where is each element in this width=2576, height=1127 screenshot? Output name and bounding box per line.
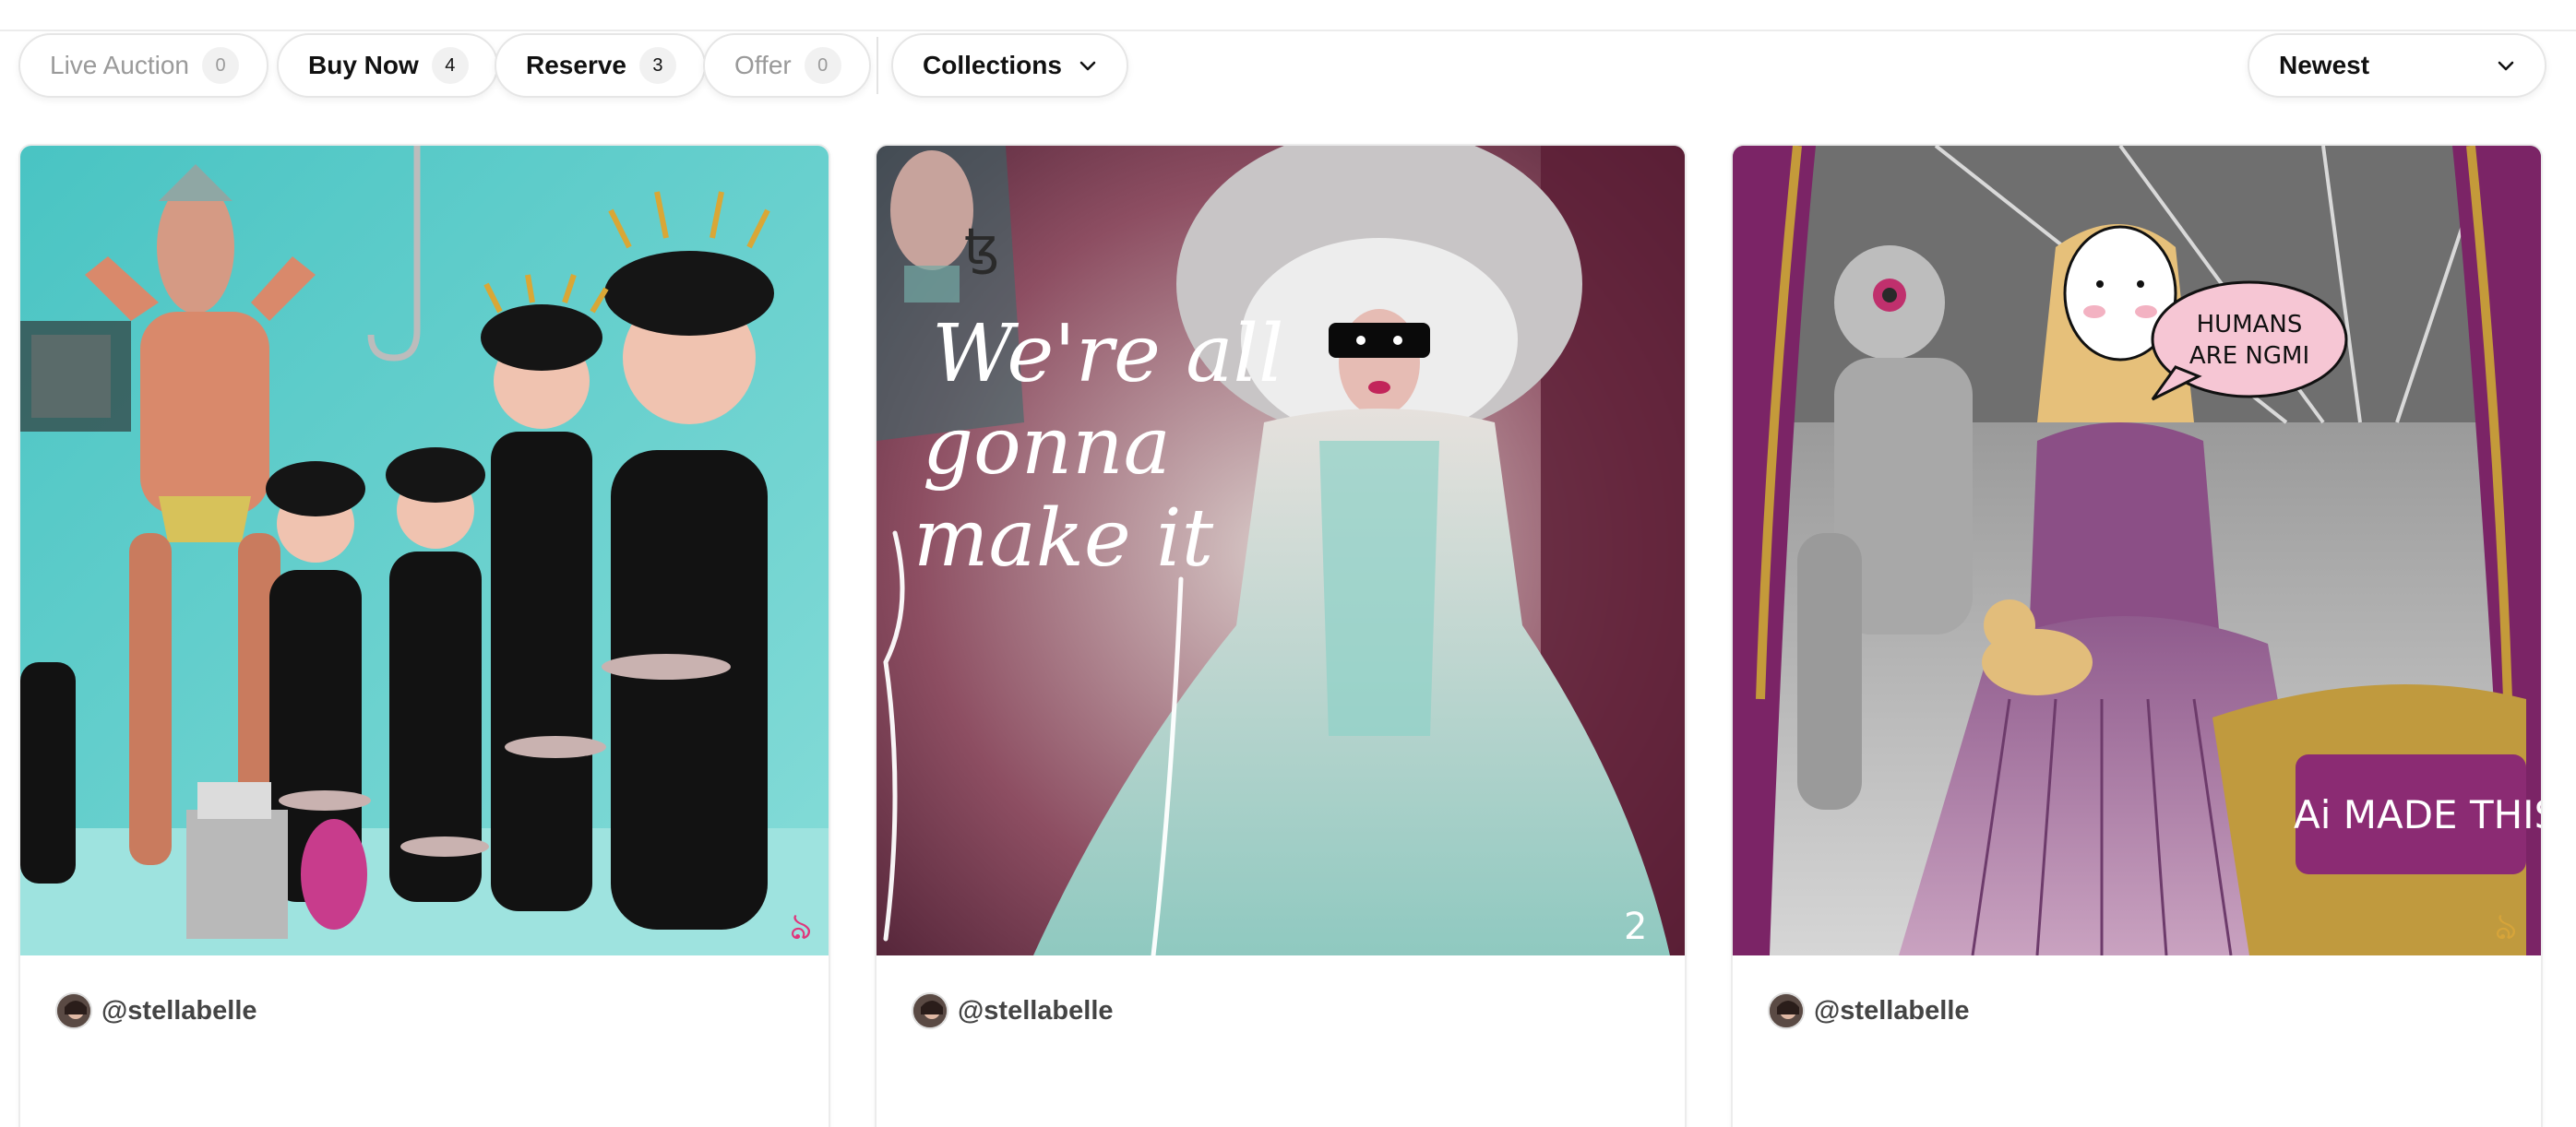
filter-reserve-count: 3 [638,47,676,84]
filter-live-auction-label: Live Auction [50,51,189,79]
creator-link[interactable]: @stellabelle [55,991,257,1031]
filter-buy-now-count: 4 [431,47,469,84]
avatar [1768,992,1805,1029]
filter-toolbar: Live Auction 0 Buy Now 4 Reserve 3 Offer… [18,33,2546,100]
filter-offer-button[interactable]: Offer 0 [703,33,871,98]
chevron-down-icon [2495,54,2517,77]
filter-offer-count: 0 [804,47,841,84]
signature-mark: 2 [1624,906,1647,948]
creator-link[interactable]: @stellabelle [1768,991,1970,1031]
artwork-image-fish-geishas[interactable]: ঌ [20,146,829,955]
creator-handle: @stellabelle [101,995,257,1026]
filter-reserve-button[interactable]: Reserve 3 [495,33,706,98]
sort-label: Newest [2279,51,2370,79]
signature-mark: ঌ [790,906,812,948]
art-handwriting-line-2: gonna [923,400,1171,492]
sort-dropdown[interactable]: Newest [2248,33,2546,98]
art-handwriting-line-3: make it [913,492,1214,585]
artwork-card[interactable]: We're all gonna make it ꜩ 2 @stellabelle [875,144,1687,1127]
artwork-card[interactable]: ঌ @stellabelle [18,144,830,1127]
tezos-mark: ꜩ [964,218,999,276]
artwork-card[interactable]: HUMANS ARE NGMI Ai MADE THIS ঌ @stellabe… [1731,144,2543,1127]
creator-handle: @stellabelle [1814,995,1970,1026]
filter-buy-now-label: Buy Now [308,51,419,79]
artwork-image-ai-robots[interactable]: HUMANS ARE NGMI Ai MADE THIS ঌ [1733,146,2541,955]
filter-offer-label: Offer [734,51,792,79]
speech-bubble-line-2: ARE NGMI [2189,342,2309,370]
filter-buy-now-button[interactable]: Buy Now 4 [277,33,498,98]
header-divider [0,30,2576,31]
filter-reserve-label: Reserve [526,51,626,79]
creator-link[interactable]: @stellabelle [912,991,1114,1031]
art-handwriting-line-1: We're all [932,308,1284,400]
signature-mark: ঌ [2495,906,2517,948]
avatar [55,992,92,1029]
chevron-down-icon [1077,54,1099,77]
marketplace-page: Live Auction 0 Buy Now 4 Reserve 3 Offer… [0,0,2576,1127]
collections-label: Collections [923,51,1062,79]
creator-handle: @stellabelle [958,995,1114,1026]
filter-live-auction-button[interactable]: Live Auction 0 [18,33,268,98]
avatar [912,992,948,1029]
collections-dropdown[interactable]: Collections [891,33,1128,98]
art-caption: Ai MADE THIS [2294,792,2541,837]
speech-bubble-line-1: HUMANS [2197,311,2303,338]
artwork-image-baroque-gown[interactable]: We're all gonna make it ꜩ 2 [877,146,1685,955]
filter-live-auction-count: 0 [202,47,239,84]
toolbar-divider [877,37,878,94]
